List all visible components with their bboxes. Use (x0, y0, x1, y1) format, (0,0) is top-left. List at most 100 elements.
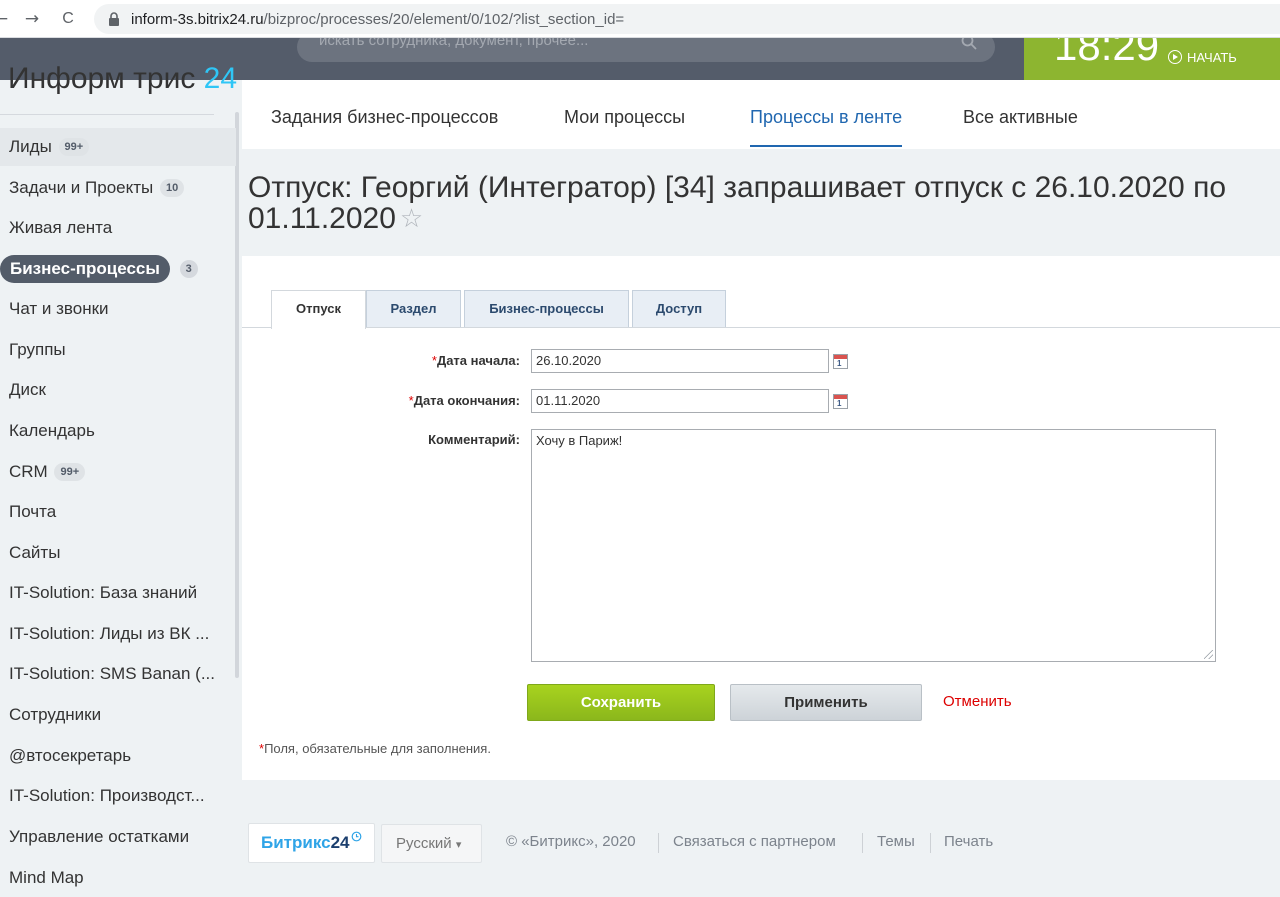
sidebar-item-label: Управление остатками (9, 827, 190, 846)
resize-handle[interactable] (1204, 650, 1213, 659)
form-tab-vacation[interactable]: Отпуск (271, 290, 366, 329)
calendar-day: 1 (837, 359, 842, 368)
sidebar-item-label: Бизнес-процессы (0, 255, 170, 283)
sidebar-item-label: CRM (9, 462, 48, 481)
sidebar-item-label: Чат и звонки (9, 299, 109, 318)
sidebar-item-label: Группы (9, 340, 66, 359)
workday-block[interactable]: 18:29 НАЧАТЬ (1024, 38, 1280, 80)
sidebar-item-production[interactable]: IT-Solution: Производст... (0, 777, 236, 815)
bitrix24-logo[interactable]: Битрикс24 (248, 823, 375, 863)
tab-my-processes[interactable]: Мои процессы (564, 107, 685, 147)
form-tab-section[interactable]: Раздел (366, 290, 461, 327)
sidebar-item-disk[interactable]: Диск (0, 371, 236, 409)
lock-icon (109, 12, 119, 26)
sidebar-item-label: Сайты (9, 543, 61, 562)
start-label: НАЧАТЬ (1187, 50, 1237, 65)
sidebar-item-label: IT-Solution: SMS Banan (... (9, 664, 215, 683)
sidebar-item-label: Сотрудники (9, 705, 102, 724)
sidebar-item-label: Диск (9, 380, 46, 399)
logo-num: 24 (203, 62, 238, 95)
sidebar-item-knowledge-base[interactable]: IT-Solution: База знаний (0, 574, 236, 612)
sidebar-item-chat[interactable]: Чат и звонки (0, 290, 236, 328)
footer-divider (658, 833, 659, 853)
sidebar-item-label: IT-Solution: Производст... (9, 786, 205, 805)
counter-badge: 10 (159, 179, 185, 197)
tab-feed-processes[interactable]: Процессы в ленте (750, 107, 903, 147)
sidebar-item-tasks[interactable]: Задачи и Проекты 10 (0, 169, 236, 207)
play-icon (1168, 50, 1182, 64)
forward-icon[interactable]: → (19, 6, 45, 32)
sidebar-item-bizproc[interactable]: Бизнес-процессы 3 (0, 250, 236, 288)
sidebar-item-label: Живая лента (9, 218, 113, 237)
start-workday-button[interactable]: НАЧАТЬ (1168, 50, 1237, 65)
comment-textarea[interactable]: Хочу в Париж! (531, 429, 1216, 662)
address-bar[interactable]: inform-3s.bitrix24.ru/bizproc/processes/… (94, 4, 1280, 34)
sidebar-item-calendar[interactable]: Календарь (0, 412, 236, 450)
sidebar-item-employees[interactable]: Сотрудники (0, 696, 236, 734)
save-button[interactable]: Сохранить (527, 684, 715, 721)
sidebar-item-label: Календарь (9, 421, 95, 440)
divider (0, 114, 214, 115)
end-date-field[interactable]: 01.11.2020 (531, 389, 829, 413)
comment-label: Комментарий: (428, 432, 520, 447)
sidebar-item-label: @втосекретарь (9, 746, 132, 765)
counter-badge: 99+ (54, 463, 86, 481)
sidebar-item-sms-banan[interactable]: IT-Solution: SMS Banan (... (0, 655, 236, 693)
sidebar-item-label: Лиды (9, 137, 52, 156)
sidebar-item-label: Задачи и Проекты (9, 178, 154, 197)
sidebar-item-feed[interactable]: Живая лента (0, 209, 236, 247)
language-select[interactable]: Русский ▾ (381, 824, 482, 863)
sidebar-item-crm[interactable]: CRM 99+ (0, 453, 236, 491)
start-date-label-text: Дата начала: (436, 353, 520, 368)
required-note: *Поля, обязательные для заполнения. (259, 741, 491, 756)
form-tab-access[interactable]: Доступ (632, 290, 726, 327)
sidebar-item-label: IT-Solution: База знаний (9, 583, 198, 602)
apply-button[interactable]: Применить (730, 684, 922, 721)
sidebar-item-mail[interactable]: Почта (0, 493, 236, 531)
element-form: Отпуск Раздел Бизнес-процессы Доступ *Да… (242, 256, 1280, 780)
url-domain: inform-3s.bitrix24.ru (131, 11, 264, 28)
calendar-day: 1 (837, 399, 842, 408)
search-icon[interactable] (961, 38, 977, 50)
sidebar-item-stock[interactable]: Управление остатками (0, 818, 236, 856)
search-placeholder: искать сотрудника, документ, прочее... (319, 38, 589, 49)
sidebar-item-sites[interactable]: Сайты (0, 534, 236, 572)
chevron-down-icon: ▾ (455, 838, 462, 851)
end-date-label: *Дата окончания: (409, 393, 520, 408)
reload-icon[interactable]: C (55, 6, 81, 32)
sidebar-item-vk-leads[interactable]: IT-Solution: Лиды из ВК ... (0, 615, 236, 653)
calendar-icon[interactable]: 1 (833, 394, 848, 409)
tabs-divider (242, 327, 1280, 328)
language-value: Русский (396, 835, 452, 852)
sidebar-item-mind-map[interactable]: Mind Map (0, 859, 236, 897)
counter-badge: 99+ (58, 138, 90, 156)
sidebar-item-leads[interactable]: Лиды 99+ (0, 128, 236, 166)
star-icon[interactable]: ☆ (400, 204, 423, 234)
search-input[interactable]: искать сотрудника, документ, прочее... (297, 38, 995, 62)
tab-tasks[interactable]: Задания бизнес-процессов (271, 107, 498, 147)
partner-link[interactable]: Связаться с партнером (673, 833, 836, 850)
calendar-icon[interactable]: 1 (833, 354, 848, 369)
sidebar-item-label: IT-Solution: Лиды из ВК ... (9, 624, 210, 643)
bizproc-tabs: Задания бизнес-процессов Мои процессы Пр… (242, 80, 1280, 149)
form-tab-bizproc[interactable]: Бизнес-процессы (464, 290, 629, 327)
themes-link[interactable]: Темы (877, 833, 915, 850)
footer-divider (930, 833, 931, 853)
url-path: /bizproc/processes/20/element/0/102/?lis… (263, 11, 625, 28)
sidebar-item-label: Почта (9, 502, 57, 521)
back-icon[interactable]: ← (0, 6, 14, 32)
clock-icon (351, 831, 361, 842)
logo-text: Информ трис (8, 62, 196, 95)
start-date-field[interactable]: 26.10.2020 (531, 349, 829, 373)
sidebar-item-autosecretary[interactable]: @втосекретарь (0, 737, 236, 775)
footer-divider (862, 833, 863, 853)
portal-logo[interactable]: Информ трис 24 (8, 64, 237, 94)
start-date-label: *Дата начала: (432, 353, 520, 368)
tab-all-active[interactable]: Все активные (963, 107, 1078, 147)
url-text: inform-3s.bitrix24.ru/bizproc/processes/… (131, 11, 624, 28)
cancel-link[interactable]: Отменить (943, 693, 1012, 710)
print-link[interactable]: Печать (944, 833, 993, 850)
sidebar-item-groups[interactable]: Группы (0, 331, 236, 369)
footer-logo-text: Битрикс (261, 833, 331, 852)
copyright-text: © «Битрикс», 2020 (506, 833, 636, 850)
